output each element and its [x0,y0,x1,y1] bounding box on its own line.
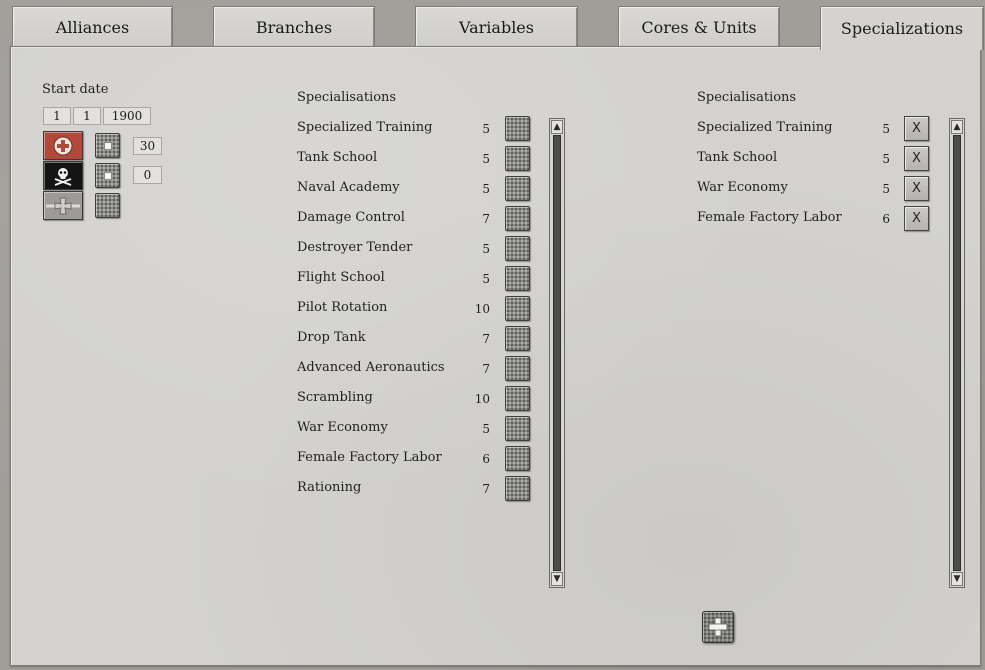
start-date-label: Start date [42,82,109,97]
add-specialisation-toggle[interactable] [505,326,530,351]
scroll-up-button[interactable]: ▲ [951,120,963,134]
add-specialisation-toggle[interactable] [505,296,530,321]
remove-specialisation-button[interactable]: X [904,206,929,231]
scroll-track[interactable] [953,135,961,571]
value-field-1[interactable]: 30 [133,137,162,155]
available-specialisation-row[interactable]: Tank School 5 [297,146,533,171]
add-specialisation-toggle[interactable] [505,446,530,471]
available-specialisation-row[interactable]: Pilot Rotation 10 [297,296,533,321]
selected-specialisations-header: Specialisations [697,90,797,105]
remove-specialisation-button[interactable]: X [904,176,929,201]
specialisation-name: Tank School [297,150,378,165]
flag-option-toggle-1[interactable] [95,133,120,158]
available-specialisation-row[interactable]: Specialized Training 5 [297,116,533,141]
scroll-up-button[interactable]: ▲ [551,120,563,134]
add-specialization-button[interactable] [702,611,734,643]
panel-content: Start date 1 1 1900 30 0 Specialisations… [0,0,985,670]
remove-specialisation-button[interactable]: X [904,146,929,171]
available-specialisation-row[interactable]: Rationing 7 [297,476,533,501]
specialisation-name: Damage Control [297,210,405,225]
available-specialisation-row[interactable]: Drop Tank 7 [297,326,533,351]
add-specialisation-toggle[interactable] [505,176,530,201]
specialisation-name: Drop Tank [297,330,366,345]
specialisation-cost: 10 [474,392,490,406]
checkbox-indicator [104,142,112,150]
flag-option-toggle-2[interactable] [95,163,120,188]
specialisation-name: Flight School [297,270,385,285]
specialisation-cost: 5 [882,122,890,136]
specialisation-name: Scrambling [297,390,373,405]
available-specialisation-row[interactable]: Flight School 5 [297,266,533,291]
specialisation-cost: 5 [482,422,490,436]
selected-specialisation-row: Specialized Training 5 X [697,116,933,141]
selected-specialisation-row: War Economy 5 X [697,176,933,201]
specialisation-cost: 5 [482,182,490,196]
scroll-track[interactable] [553,135,561,571]
skull-flag-button[interactable] [43,161,83,190]
specialisation-cost: 5 [482,152,490,166]
specialisation-cost: 7 [482,362,490,376]
flag-option-toggle-3[interactable] [95,193,120,218]
checkbox-indicator [104,172,112,180]
add-specialisation-toggle[interactable] [505,386,530,411]
iron-cross-flag-button[interactable] [43,191,83,220]
available-specialisation-row[interactable]: Female Factory Labor 6 [297,446,533,471]
add-specialisation-toggle[interactable] [505,206,530,231]
add-specialisation-toggle[interactable] [505,266,530,291]
specialisation-name: Female Factory Labor [297,450,442,465]
specialisation-cost: 5 [882,152,890,166]
specialisation-cost: 7 [482,482,490,496]
specialisation-name: War Economy [697,180,788,195]
specialisation-name: Specialized Training [697,120,833,135]
remove-specialisation-button[interactable]: X [904,116,929,141]
selected-specialisation-row: Tank School 5 X [697,146,933,171]
medical-cross-flag-icon [53,136,73,155]
available-list-scrollbar[interactable]: ▲ ▼ [549,118,565,588]
specialisation-name: Female Factory Labor [697,210,842,225]
add-specialisation-toggle[interactable] [505,356,530,381]
specialisation-cost: 10 [474,302,490,316]
specialisation-name: War Economy [297,420,388,435]
specialisation-cost: 5 [482,272,490,286]
specialisation-name: Tank School [697,150,778,165]
specialisation-cost: 7 [482,332,490,346]
add-specialisation-toggle[interactable] [505,476,530,501]
specialisation-cost: 5 [482,242,490,256]
available-specialisation-row[interactable]: Scrambling 10 [297,386,533,411]
iron-cross-flag-icon [46,197,80,214]
add-icon [708,617,728,637]
selected-specialisation-row: Female Factory Labor 6 X [697,206,933,231]
available-specialisations-header: Specialisations [297,90,397,105]
specialisation-name: Naval Academy [297,180,400,195]
value-field-2[interactable]: 0 [133,166,162,184]
specialisation-name: Destroyer Tender [297,240,413,255]
add-specialisation-toggle[interactable] [505,116,530,141]
specialisation-name: Rationing [297,480,362,495]
available-specialisation-row[interactable]: War Economy 5 [297,416,533,441]
add-specialisation-toggle[interactable] [505,416,530,441]
start-year-field[interactable]: 1900 [103,107,151,125]
medical-flag-button[interactable] [43,131,83,160]
start-month-field[interactable]: 1 [73,107,101,125]
specialisation-name: Advanced Aeronautics [297,360,445,375]
specialisation-cost: 6 [882,212,890,226]
add-specialisation-toggle[interactable] [505,146,530,171]
available-specialisation-row[interactable]: Advanced Aeronautics 7 [297,356,533,381]
specialisation-name: Pilot Rotation [297,300,388,315]
specialisation-cost: 5 [482,122,490,136]
skull-flag-icon [54,167,72,186]
specialisation-cost: 5 [882,182,890,196]
specialisation-cost: 7 [482,212,490,226]
scroll-down-button[interactable]: ▼ [551,572,563,586]
available-specialisation-row[interactable]: Damage Control 7 [297,206,533,231]
scroll-down-button[interactable]: ▼ [951,572,963,586]
available-specialisation-row[interactable]: Destroyer Tender 5 [297,236,533,261]
available-specialisation-row[interactable]: Naval Academy 5 [297,176,533,201]
start-day-field[interactable]: 1 [43,107,71,125]
specialisation-cost: 6 [482,452,490,466]
selected-list-scrollbar[interactable]: ▲ ▼ [949,118,965,588]
specialisation-name: Specialized Training [297,120,433,135]
add-specialisation-toggle[interactable] [505,236,530,261]
